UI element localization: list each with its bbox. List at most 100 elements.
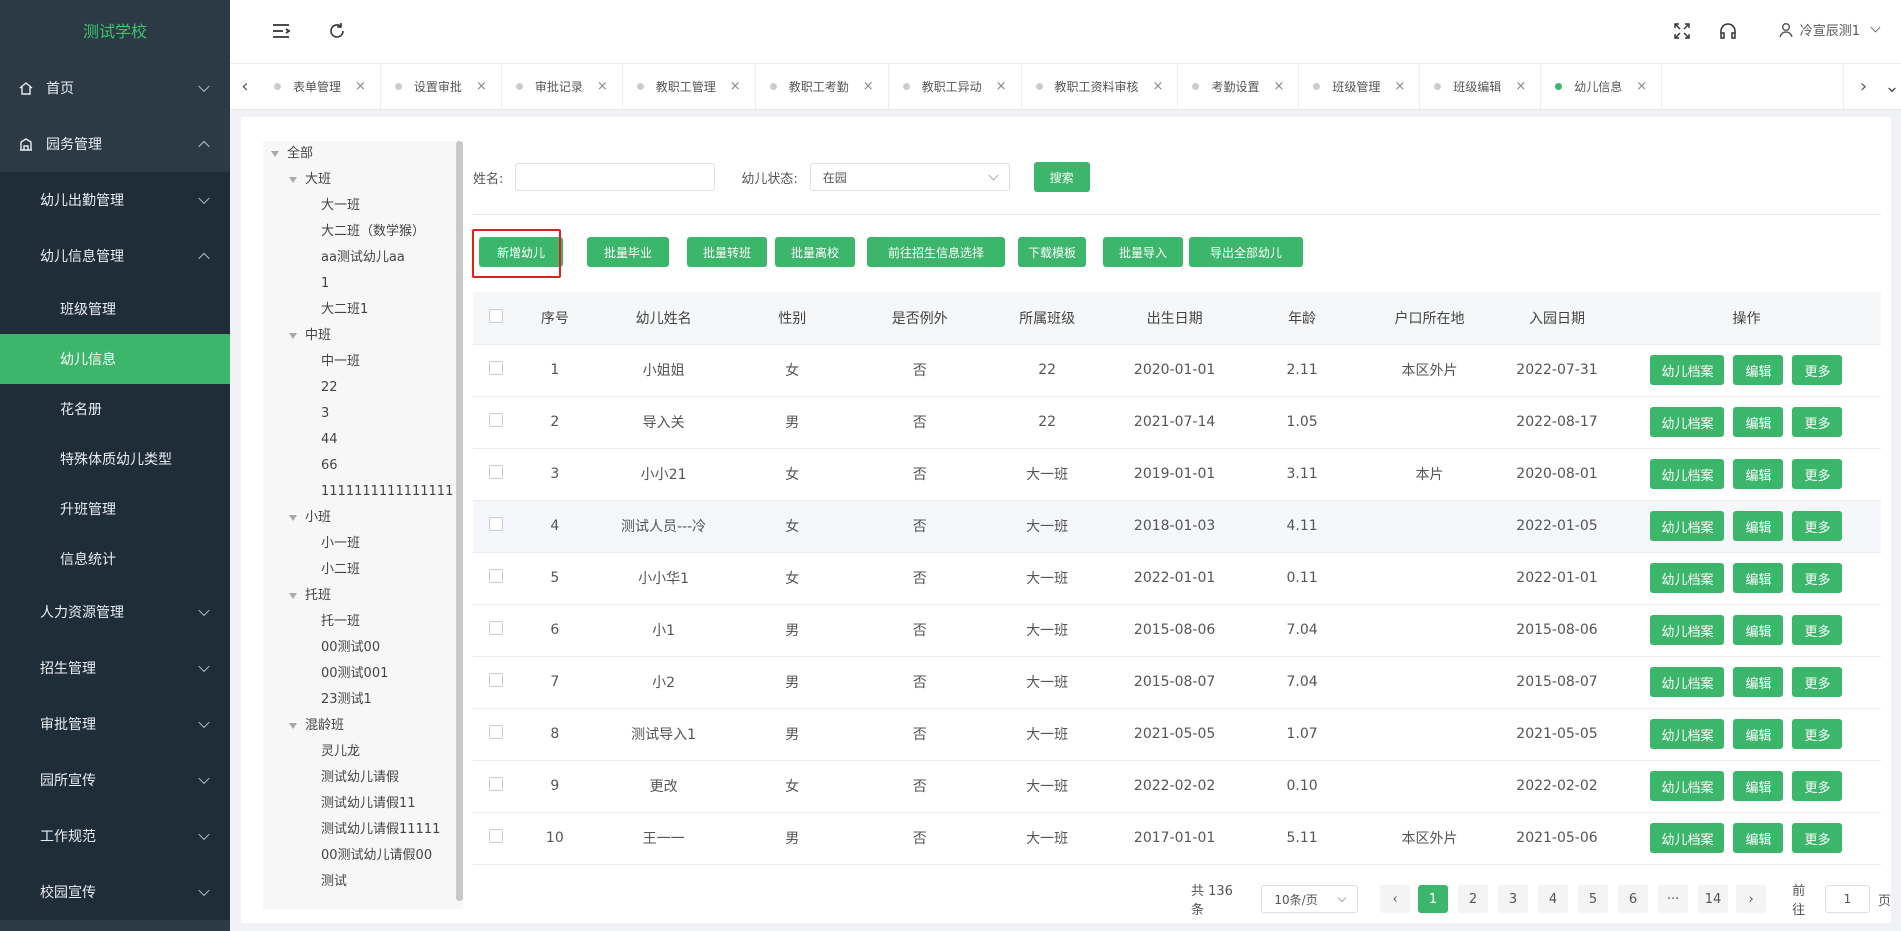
tree-node[interactable]: 44 [263,427,463,453]
tree-node[interactable]: 00测试幼儿请假00 [263,843,463,869]
close-icon[interactable]: × [1153,79,1164,94]
row-checkbox[interactable] [489,829,504,843]
sidebar-subitem[interactable]: 审批管理 [0,696,230,752]
select-all-checkbox[interactable] [489,308,504,323]
tree-node[interactable]: 托一班 [263,609,463,635]
page-button[interactable]: 4 [1538,885,1569,913]
page-button[interactable]: ··· [1658,885,1689,913]
tree-node[interactable]: 小二班 [263,557,463,583]
archive-button[interactable]: 幼儿档案 [1650,407,1725,437]
tab-scroll-left-icon[interactable]: ‹ [230,64,260,110]
action-button[interactable]: 批量毕业 [587,237,669,267]
more-button[interactable]: 更多 [1792,719,1843,749]
action-button[interactable]: 下载模板 [1018,237,1086,267]
sidebar-subitem[interactable]: 人力资源管理 [0,584,230,640]
close-icon[interactable]: × [863,79,874,94]
sidebar-subitem[interactable]: 园所宣传 [0,752,230,808]
tree-node[interactable]: aa测试幼儿aa [263,245,463,271]
sidebar-subitem[interactable]: 花名册 [0,384,230,434]
tree-node[interactable]: 中一班 [263,349,463,375]
archive-button[interactable]: 幼儿档案 [1650,771,1725,801]
tree-scrollbar[interactable] [456,141,463,901]
archive-button[interactable]: 幼儿档案 [1650,615,1725,645]
tree-node[interactable]: 大二班1 [263,297,463,323]
close-icon[interactable]: × [476,79,487,94]
archive-button[interactable]: 幼儿档案 [1650,459,1725,489]
row-checkbox[interactable] [489,777,504,791]
sidebar-item-garden-affairs[interactable]: 园务管理 [0,116,230,172]
goto-page-input[interactable]: 1 [1824,885,1870,913]
prev-page-icon[interactable]: ‹ [1380,885,1411,913]
more-button[interactable]: 更多 [1792,615,1843,645]
tab[interactable]: 教职工管理 × [623,63,756,110]
tree-node[interactable]: 大班 [263,167,463,193]
tab-scroll-right-icon[interactable]: › [1843,63,1883,110]
action-button[interactable]: 导出全部幼儿 [1189,237,1303,267]
next-page-icon[interactable]: › [1736,885,1767,913]
row-checkbox[interactable] [489,517,504,531]
edit-button[interactable]: 编辑 [1733,459,1784,489]
caret-down-icon[interactable] [289,332,297,339]
tree-node[interactable]: 22 [263,375,463,401]
tab[interactable]: 班级管理 × [1299,63,1421,110]
user-menu[interactable]: 冷宣辰测1 [1778,20,1881,39]
tree-node[interactable]: 大二班（数学猴） [263,219,463,245]
tree-node[interactable]: 小一班 [263,531,463,557]
tab[interactable]: 教职工资料审核 × [1022,63,1179,110]
action-button[interactable]: 批量转班 [687,237,767,267]
search-button[interactable]: 搜索 [1033,162,1090,192]
tree-node[interactable]: 小班 [263,505,463,531]
edit-button[interactable]: 编辑 [1733,355,1784,385]
tab[interactable]: 审批记录 × [502,63,623,110]
close-icon[interactable]: × [996,79,1007,94]
tree-node[interactable]: 测试幼儿请假11 [263,791,463,817]
sidebar-subitem[interactable]: 招生管理 [0,640,230,696]
tree-node[interactable]: 混龄班 [263,713,463,739]
sidebar-subitem[interactable]: 信息统计 [0,534,230,584]
archive-button[interactable]: 幼儿档案 [1650,719,1725,749]
caret-down-icon[interactable] [289,176,297,183]
caret-down-icon[interactable] [289,592,297,599]
more-button[interactable]: 更多 [1792,407,1843,437]
edit-button[interactable]: 编辑 [1733,719,1784,749]
row-checkbox[interactable] [489,569,504,583]
archive-button[interactable]: 幼儿档案 [1650,355,1725,385]
archive-button[interactable]: 幼儿档案 [1650,667,1725,697]
page-button[interactable]: 2 [1458,885,1489,913]
page-button[interactable]: 6 [1618,885,1649,913]
close-icon[interactable]: × [730,79,741,94]
row-checkbox[interactable] [489,621,504,635]
caret-down-icon[interactable] [271,150,279,157]
page-button[interactable]: 3 [1498,885,1529,913]
caret-down-icon[interactable] [289,514,297,521]
edit-button[interactable]: 编辑 [1733,667,1784,697]
tree-node[interactable]: 中班 [263,323,463,349]
action-button[interactable]: 批量离校 [775,237,855,267]
tree-node[interactable]: 测试幼儿请假11111 [263,817,463,843]
more-button[interactable]: 更多 [1792,511,1843,541]
sidebar-subitem[interactable]: 幼儿出勤管理 [0,172,230,228]
more-button[interactable]: 更多 [1792,563,1843,593]
edit-button[interactable]: 编辑 [1733,615,1784,645]
edit-button[interactable]: 编辑 [1733,511,1784,541]
more-button[interactable]: 更多 [1792,459,1843,489]
status-select[interactable]: 在园 [809,163,1010,191]
sidebar-subitem[interactable]: 班级管理 [0,284,230,334]
sidebar-subitem[interactable]: 升班管理 [0,484,230,534]
tab[interactable]: 教职工考勤 × [756,63,889,110]
more-button[interactable]: 更多 [1792,823,1843,853]
row-checkbox[interactable] [489,361,504,375]
row-checkbox[interactable] [489,465,504,479]
tree-node[interactable]: 00测试00 [263,635,463,661]
archive-button[interactable]: 幼儿档案 [1650,563,1725,593]
close-icon[interactable]: × [1636,79,1647,94]
caret-down-icon[interactable] [289,722,297,729]
fullscreen-icon[interactable] [1671,20,1693,42]
tree-node[interactable]: 测试幼儿请假 [263,765,463,791]
sidebar-item-home[interactable]: 首页 [0,60,230,116]
tree-node[interactable]: 托班 [263,583,463,609]
close-icon[interactable]: × [1394,79,1405,94]
archive-button[interactable]: 幼儿档案 [1650,511,1725,541]
refresh-icon[interactable] [326,20,348,42]
tree-node[interactable]: 66 [263,453,463,479]
